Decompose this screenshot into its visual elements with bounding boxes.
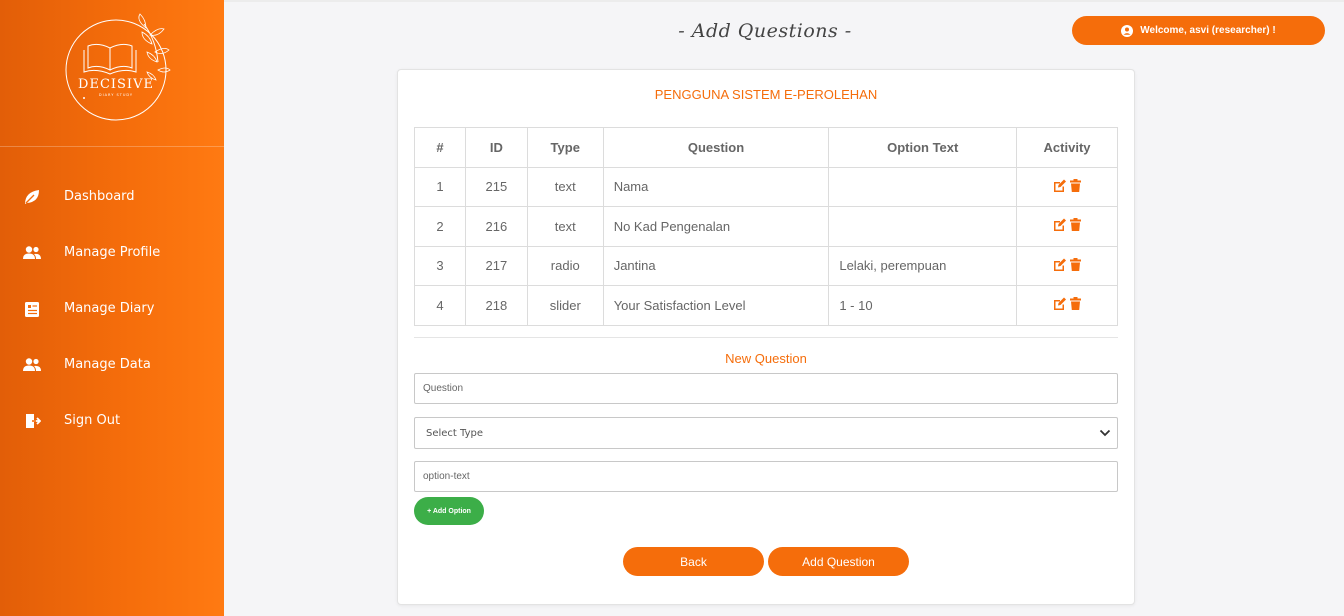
trash-icon[interactable] bbox=[1070, 257, 1082, 271]
row-activity bbox=[1016, 206, 1118, 247]
row-question: Your Satisfaction Level bbox=[602, 285, 830, 326]
row-option-text bbox=[828, 166, 1018, 207]
top-bar bbox=[224, 0, 1344, 2]
questions-card: PENGGUNA SISTEM E-PEROLEHAN # ID Type Qu… bbox=[397, 69, 1135, 605]
option-text-input[interactable] bbox=[414, 461, 1118, 492]
row-option-text: Lelaki, perempuan bbox=[828, 245, 1018, 286]
sidebar: DECISIVE DIARY STUDY Dashboard Manage Pr… bbox=[0, 0, 224, 616]
table-header-row: # ID Type Question Option Text Activity bbox=[414, 127, 1118, 168]
row-type: slider bbox=[526, 285, 604, 326]
add-question-button[interactable]: Add Question bbox=[768, 547, 909, 576]
back-button[interactable]: Back bbox=[623, 547, 764, 576]
add-option-button[interactable]: + Add Option bbox=[414, 497, 484, 525]
row-activity bbox=[1016, 166, 1118, 207]
welcome-label: Welcome, asvi (researcher) ! bbox=[1140, 25, 1276, 36]
edit-icon[interactable] bbox=[1053, 179, 1067, 192]
users-icon bbox=[22, 355, 42, 375]
table-row: 2 216 text No Kad Pengenalan bbox=[414, 206, 1118, 247]
edit-icon[interactable] bbox=[1053, 297, 1067, 311]
column-header: Type bbox=[526, 127, 604, 168]
row-option-text bbox=[828, 206, 1018, 247]
svg-text:DECISIVE: DECISIVE bbox=[78, 77, 154, 92]
row-question: Jantina bbox=[602, 245, 830, 286]
row-number: 1 bbox=[414, 166, 466, 207]
row-id: 218 bbox=[464, 285, 528, 326]
diary-icon bbox=[22, 299, 42, 319]
edit-icon[interactable] bbox=[1053, 218, 1067, 232]
chevron-down-icon bbox=[1099, 428, 1111, 438]
leaf-icon bbox=[22, 187, 42, 207]
row-type: radio bbox=[526, 245, 604, 286]
row-activity bbox=[1016, 285, 1118, 326]
diary-title: PENGGUNA SISTEM E-PEROLEHAN bbox=[654, 87, 878, 102]
trash-icon[interactable] bbox=[1070, 218, 1082, 232]
row-number: 4 bbox=[414, 285, 466, 326]
sidebar-item-label: Manage Profile bbox=[64, 245, 161, 260]
trash-icon[interactable] bbox=[1070, 297, 1082, 311]
row-type: text bbox=[526, 166, 604, 207]
sidebar-item-label: Sign Out bbox=[64, 413, 121, 428]
edit-icon[interactable] bbox=[1053, 258, 1067, 271]
users-icon bbox=[22, 243, 42, 263]
row-number: 3 bbox=[414, 245, 466, 286]
row-question: No Kad Pengenalan bbox=[602, 206, 830, 247]
sidebar-item-manage-profile[interactable]: Manage Profile bbox=[0, 233, 224, 273]
sidebar-item-label: Manage Data bbox=[64, 357, 151, 372]
sidebar-item-label: Manage Diary bbox=[64, 301, 155, 316]
sidebar-item-sign-out[interactable]: Sign Out bbox=[0, 401, 224, 441]
row-question: Nama bbox=[602, 166, 830, 207]
questions-table: # ID Type Question Option Text Activity … bbox=[414, 127, 1118, 326]
trash-icon[interactable] bbox=[1070, 178, 1082, 192]
column-header: # bbox=[414, 127, 466, 168]
svg-text:DIARY STUDY: DIARY STUDY bbox=[99, 93, 133, 97]
table-row: 3 217 radio Jantina Lelaki, perempuan bbox=[414, 245, 1118, 286]
sidebar-divider bbox=[0, 146, 224, 147]
type-select-value: Select Type bbox=[426, 427, 483, 439]
welcome-user-button[interactable]: Welcome, asvi (researcher) ! bbox=[1072, 16, 1325, 45]
row-id: 217 bbox=[464, 245, 528, 286]
sidebar-item-manage-diary[interactable]: Manage Diary bbox=[0, 289, 224, 329]
question-input[interactable] bbox=[414, 373, 1118, 404]
table-row: 4 218 slider Your Satisfaction Level 1 -… bbox=[414, 285, 1118, 326]
column-header: Option Text bbox=[828, 127, 1018, 168]
column-header: ID bbox=[464, 127, 528, 168]
brand-logo: DECISIVE DIARY STUDY bbox=[56, 10, 176, 122]
table-row: 1 215 text Nama bbox=[414, 166, 1118, 207]
column-header: Activity bbox=[1016, 127, 1118, 168]
sign-out-icon bbox=[22, 411, 42, 431]
new-question-heading: New Question bbox=[725, 351, 807, 366]
sidebar-item-dashboard[interactable]: Dashboard bbox=[0, 177, 224, 217]
section-divider bbox=[414, 337, 1118, 338]
sidebar-item-manage-data[interactable]: Manage Data bbox=[0, 345, 224, 385]
user-circle-icon bbox=[1121, 24, 1134, 37]
row-number: 2 bbox=[414, 206, 466, 247]
row-option-text: 1 - 10 bbox=[828, 285, 1018, 326]
page-title: - Add Questions - bbox=[678, 20, 852, 42]
column-header: Question bbox=[602, 127, 830, 168]
type-select[interactable]: Select Type bbox=[414, 417, 1118, 449]
row-id: 216 bbox=[464, 206, 528, 247]
row-activity bbox=[1016, 245, 1118, 286]
row-type: text bbox=[526, 206, 604, 247]
row-id: 215 bbox=[464, 166, 528, 207]
sidebar-item-label: Dashboard bbox=[64, 189, 135, 204]
